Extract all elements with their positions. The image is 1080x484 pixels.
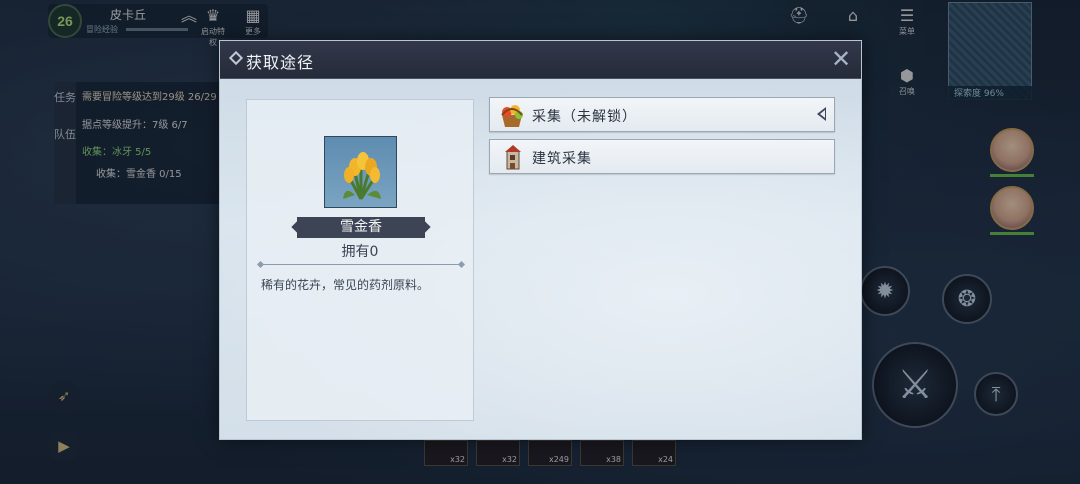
item-icon-frame bbox=[324, 136, 397, 208]
source-label: 采集（未解锁） bbox=[532, 109, 637, 125]
chevron-left-icon bbox=[817, 107, 826, 121]
close-button[interactable]: ✕ bbox=[827, 45, 855, 73]
item-card: 雪金香 拥有0 稀有的花卉，常见的药剂原料。 bbox=[246, 99, 474, 421]
divider bbox=[261, 264, 461, 265]
close-icon: ✕ bbox=[830, 45, 852, 73]
modal-header: 获取途径 ✕ bbox=[220, 41, 861, 79]
tulip-icon bbox=[343, 152, 381, 200]
building-tower-icon bbox=[505, 145, 521, 170]
fruit-basket-icon bbox=[501, 105, 523, 127]
source-label: 建筑采集 bbox=[532, 151, 592, 167]
diamond-icon bbox=[228, 50, 244, 66]
item-description: 稀有的花卉，常见的药剂原料。 bbox=[261, 278, 430, 292]
acquisition-modal: 获取途径 ✕ 雪金香 拥有0 稀有的花卉，常见的药剂原料。 采集（未解锁） 建筑… bbox=[219, 40, 862, 440]
modal-title: 获取途径 bbox=[246, 53, 315, 72]
modal-body: 雪金香 拥有0 稀有的花卉，常见的药剂原料。 采集（未解锁） 建筑采集 bbox=[220, 79, 861, 439]
source-building-gather[interactable]: 建筑采集 bbox=[489, 139, 835, 174]
item-name: 雪金香 bbox=[297, 217, 425, 238]
item-owned-count: 拥有0 bbox=[341, 244, 379, 260]
source-gather-locked[interactable]: 采集（未解锁） bbox=[489, 97, 835, 132]
